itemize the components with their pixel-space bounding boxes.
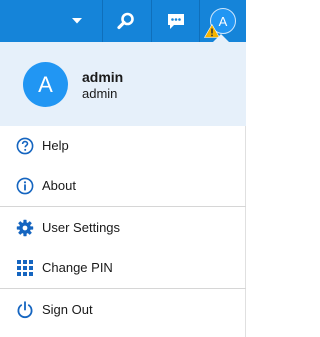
menu-item-label: About [42, 178, 76, 193]
menu-item-about[interactable]: About [0, 166, 246, 206]
power-icon [16, 301, 34, 319]
chat-button[interactable] [156, 0, 196, 42]
info-circle-icon [16, 177, 34, 195]
gear-icon [16, 219, 34, 237]
chat-icon [168, 13, 184, 29]
menu-item-user-settings[interactable]: User Settings [0, 208, 246, 248]
user-avatar: A [23, 62, 68, 107]
menu-item-label: Help [42, 138, 69, 153]
top-bar: A [0, 0, 246, 42]
menu-item-sign-out[interactable]: Sign Out [0, 290, 246, 330]
user-info-panel: A admin admin [0, 42, 246, 126]
toolbar-divider [102, 0, 103, 42]
menu-divider [0, 288, 246, 289]
user-role: admin [82, 86, 118, 101]
toolbar-divider [151, 0, 152, 42]
menu-divider [0, 206, 246, 207]
menu-item-help[interactable]: Help [0, 126, 246, 166]
user-name: admin [82, 69, 124, 85]
help-circle-icon [16, 137, 34, 155]
search-button[interactable] [106, 0, 146, 42]
search-icon [117, 12, 134, 30]
menu-item-label: Sign Out [42, 302, 93, 317]
keypad-icon [16, 259, 34, 277]
caret-down-icon [72, 18, 82, 24]
menu-item-change-pin[interactable]: Change PIN [0, 248, 246, 288]
menu-item-label: Change PIN [42, 260, 113, 275]
menu-pointer [213, 34, 229, 42]
menu-item-label: User Settings [42, 220, 121, 235]
caret-down-button[interactable] [57, 0, 97, 42]
user-dropdown-menu: A admin admin Help About User Settings C… [0, 42, 246, 337]
